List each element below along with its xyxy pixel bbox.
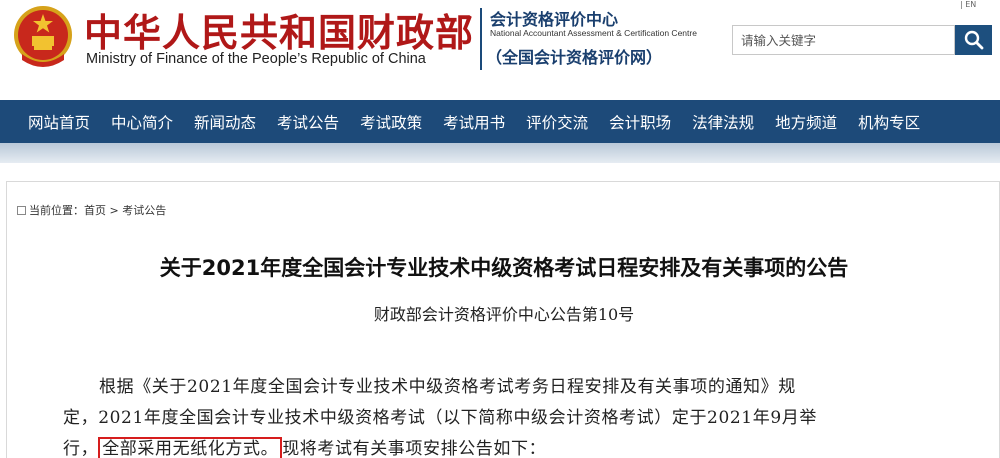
article-title: 关于2021年度全国会计专业技术中级资格考试日程安排及有关事项的公告 (159, 256, 849, 280)
article-panel: 当前位置： 首页 > 考试公告 关于2021年度全国会计专业技术中级资格考试日程… (6, 181, 1000, 458)
highlighted-text: 全部采用无纸化方式。 (98, 437, 283, 458)
search-input[interactable] (733, 26, 954, 54)
article-paragraph-line-2: 定，2021年度全国会计专业技术中级资格考试（以下简称中级会计资格考试）定于20… (63, 408, 817, 428)
breadcrumb-prefix: 当前位置： (29, 204, 84, 217)
search-icon (964, 30, 983, 50)
line3-end: 现将考试有关事项安排公告如下： (282, 439, 547, 458)
nav-item-local[interactable]: 地方频道 (775, 111, 837, 133)
article-paragraph-line-3: 行， 全部采用无纸化方式。 现将考试有关事项安排公告如下： (63, 434, 951, 458)
nav-item-news[interactable]: 新闻动态 (194, 111, 256, 133)
search-box (732, 25, 955, 55)
language-link[interactable]: | EN (960, 0, 976, 9)
breadcrumb-separator: > (106, 203, 123, 217)
nav-item-exam-books[interactable]: 考试用书 (443, 111, 505, 133)
center-name-cn: 会计资格评价中心 (490, 10, 619, 29)
nav-item-career[interactable]: 会计职场 (609, 111, 671, 133)
breadcrumb: 当前位置： 首页 > 考试公告 (17, 202, 166, 218)
site-header: 中华人民共和国财政部 Ministry of Finance of the Pe… (0, 0, 1000, 100)
location-icon (17, 205, 26, 215)
nav-item-institutions[interactable]: 机构专区 (858, 111, 920, 133)
nav-item-laws[interactable]: 法律法规 (692, 111, 754, 133)
breadcrumb-home-link[interactable]: 首页 (84, 202, 106, 218)
ministry-name-cn: 中华人民共和国财政部 (84, 11, 475, 55)
center-network-name: （全国会计资格评价网） (486, 48, 663, 67)
center-name-en: National Accountant Assessment & Certifi… (490, 28, 697, 38)
nav-shadow-band (0, 143, 1000, 163)
nav-item-exam-policy[interactable]: 考试政策 (360, 111, 422, 133)
breadcrumb-current-link[interactable]: 考试公告 (122, 202, 166, 218)
article-paragraph-line-1: 根据《关于2021年度全国会计专业技术中级资格考试考务日程安排及有关事项的通知》… (99, 377, 796, 397)
nav-item-exchange[interactable]: 评价交流 (526, 111, 588, 133)
nav-item-home[interactable]: 网站首页 (28, 111, 90, 133)
line3-start: 行， (63, 439, 99, 458)
search-button[interactable] (955, 25, 992, 55)
main-nav: 网站首页 中心简介 新闻动态 考试公告 考试政策 考试用书 评价交流 会计职场 … (0, 100, 1000, 143)
article-subtitle: 财政部会计资格评价中心公告第10号 (373, 305, 635, 324)
nav-item-exam-notices[interactable]: 考试公告 (277, 111, 339, 133)
header-divider (480, 8, 482, 70)
nav-item-about[interactable]: 中心简介 (111, 111, 173, 133)
national-emblem-icon (14, 6, 72, 67)
ministry-name-en: Ministry of Finance of the People’s Repu… (86, 51, 426, 67)
